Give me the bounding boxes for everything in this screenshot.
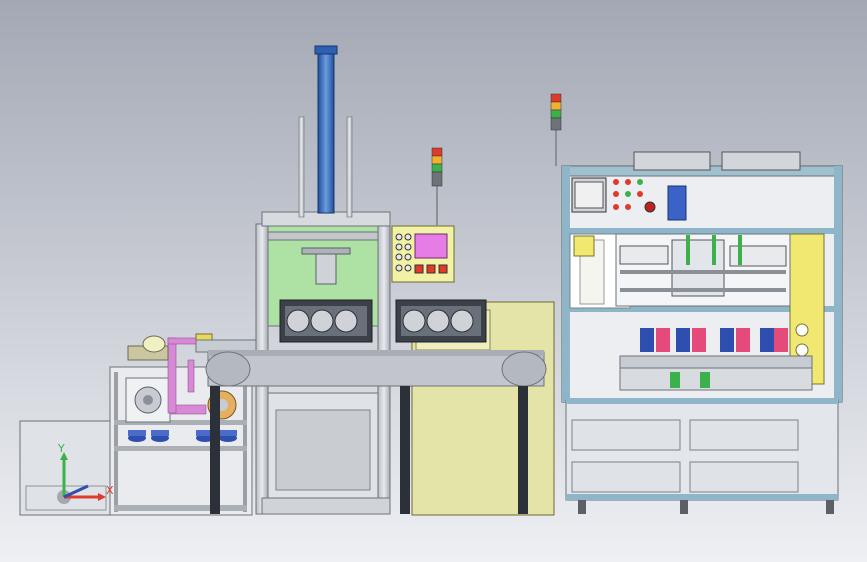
fixture-box-left [279, 299, 373, 343]
triad-y-label: Y [57, 442, 65, 455]
press-plate-upper [267, 231, 379, 241]
press-ram [315, 249, 337, 285]
assembly-drawing[interactable]: Y X [0, 0, 867, 562]
guide-rod-left [298, 116, 305, 218]
cell-top-cover-left [633, 151, 711, 171]
cad-viewport[interactable]: Y X [0, 0, 867, 562]
guide-rod-right [346, 116, 353, 218]
cell-spindle [667, 185, 687, 221]
conveyor-belt [207, 351, 545, 387]
press-top-beam [261, 211, 391, 227]
dome-sensor [142, 335, 166, 353]
press-cylinder [317, 47, 335, 214]
center-pushbuttons [414, 264, 448, 274]
center-hmi-screen [414, 233, 448, 259]
fixture-box-right [395, 299, 487, 343]
triad-x-label: X [106, 484, 114, 497]
yellow-mount-left [573, 235, 595, 257]
cell-top-cover-right [721, 151, 801, 171]
